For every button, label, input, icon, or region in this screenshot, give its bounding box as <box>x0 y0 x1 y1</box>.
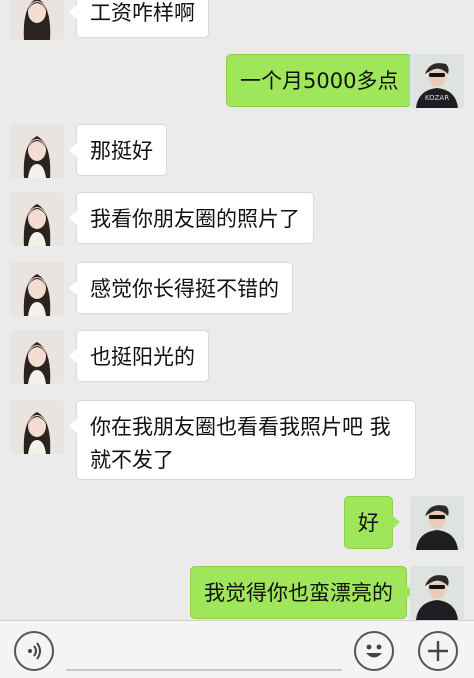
incoming-message-bubble[interactable]: 我看你朋友圈的照片了 <box>69 192 314 244</box>
incoming-message-bubble[interactable]: 工资咋样啊 <box>69 0 209 38</box>
my-avatar-image <box>410 566 464 620</box>
message-text: 我看你朋友圈的照片了 <box>90 207 300 231</box>
contact-avatar-image <box>10 262 64 316</box>
message-row: 工资咋样啊 <box>0 0 474 46</box>
contact-avatar[interactable] <box>10 330 64 384</box>
contact-avatar[interactable] <box>10 124 64 178</box>
contact-avatar[interactable] <box>10 262 64 316</box>
message-row: 我觉得你也蛮漂亮的 <box>0 566 474 620</box>
outgoing-message-bubble[interactable]: 一个月5000多点 <box>226 54 420 107</box>
contact-avatar-image <box>10 192 64 246</box>
message-text: 你在我朋友圈也看看我照片吧 我就不发了 <box>90 415 391 472</box>
outgoing-message-bubble[interactable]: 我觉得你也蛮漂亮的 <box>190 566 414 619</box>
smiley-icon <box>366 644 382 658</box>
incoming-message-bubble[interactable]: 你在我朋友圈也看看我照片吧 我就不发了 <box>69 400 416 480</box>
message-row: 你在我朋友圈也看看我照片吧 我就不发了 <box>0 400 474 484</box>
message-row: 感觉你长得挺不错的 <box>0 262 474 322</box>
more-button[interactable] <box>418 631 458 671</box>
message-row: 好 <box>0 496 474 556</box>
message-text: 我觉得你也蛮漂亮的 <box>204 581 393 605</box>
incoming-message-bubble[interactable]: 那挺好 <box>69 124 167 176</box>
contact-avatar[interactable] <box>10 192 64 246</box>
my-avatar-image <box>410 496 464 550</box>
plus-icon <box>428 641 448 661</box>
message-text: 那挺好 <box>90 139 153 163</box>
outgoing-message-bubble[interactable]: 好 <box>344 496 400 549</box>
emoji-button[interactable] <box>354 631 394 671</box>
voice-wave-icon <box>28 642 41 660</box>
input-bar <box>0 620 474 678</box>
message-row: 一个月5000多点 KOZAR <box>0 54 474 114</box>
contact-avatar-image <box>10 400 64 454</box>
my-avatar[interactable] <box>410 566 464 620</box>
message-text: 好 <box>358 511 379 535</box>
contact-avatar-image <box>10 0 64 40</box>
message-row: 那挺好 <box>0 124 474 184</box>
incoming-message-bubble[interactable]: 也挺阳光的 <box>69 330 209 382</box>
my-avatar[interactable]: KOZAR <box>410 54 464 108</box>
chat-area: 工资咋样啊 一个月5000多点 KOZAR 那挺好 我看你朋友圈的照片了 感觉你… <box>0 0 474 620</box>
contact-avatar-image <box>10 124 64 178</box>
incoming-message-bubble[interactable]: 感觉你长得挺不错的 <box>69 262 293 314</box>
contact-avatar-image <box>10 330 64 384</box>
message-text: 感觉你长得挺不错的 <box>90 277 279 301</box>
voice-button[interactable] <box>14 631 54 671</box>
contact-avatar[interactable] <box>10 0 64 40</box>
message-text: 一个月5000多点 <box>240 69 399 93</box>
avatar-shirt-text: KOZAR <box>425 94 449 102</box>
message-input[interactable] <box>66 631 342 671</box>
my-avatar[interactable] <box>410 496 464 550</box>
message-row: 也挺阳光的 <box>0 330 474 390</box>
my-avatar-image: KOZAR <box>410 54 464 108</box>
message-row: 我看你朋友圈的照片了 <box>0 192 474 252</box>
message-text: 也挺阳光的 <box>90 345 195 369</box>
message-text: 工资咋样啊 <box>90 1 195 25</box>
contact-avatar[interactable] <box>10 400 64 454</box>
